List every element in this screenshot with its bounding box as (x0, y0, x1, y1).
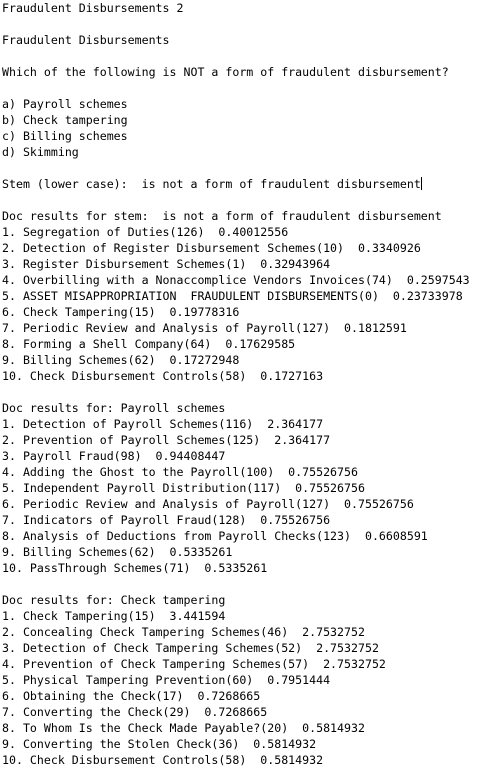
result-item: 3. Register Disbursement Schemes(1) 0.32… (2, 257, 331, 271)
option-d: d) Skimming (2, 145, 79, 159)
result-item: 10. Check Disbursement Controls(58) 0.17… (2, 369, 324, 383)
result-item: 9. Billing Schemes(62) 0.17272948 (2, 353, 240, 367)
result-item: 6. Obtaining the Check(17) 0.7268665 (2, 689, 261, 703)
result-item: 2. Concealing Check Tampering Schemes(46… (2, 625, 365, 639)
result-item: 10. PassThrough Schemes(71) 0.5335261 (2, 561, 268, 575)
results-header-stem: Doc results for stem: is not a form of f… (2, 209, 442, 223)
results-header-payroll: Doc results for: Payroll schemes (2, 401, 226, 415)
result-item: 6. Check Tampering(15) 0.19778316 (2, 305, 240, 319)
section-title: Fraudulent Disbursements (2, 33, 170, 47)
result-item: 8. To Whom Is the Check Made Payable?(20… (2, 721, 365, 735)
result-item: 2. Detection of Register Disbursement Sc… (2, 241, 421, 255)
result-item: 1. Detection of Payroll Schemes(116) 2.3… (2, 417, 324, 431)
stem-label: Stem (lower case): (2, 177, 128, 191)
option-a: a) Payroll schemes (2, 97, 128, 111)
result-item: 6. Periodic Review and Analysis of Payro… (2, 497, 414, 511)
result-item: 3. Payroll Fraud(98) 0.94408447 (2, 449, 226, 463)
result-item: 4. Adding the Ghost to the Payroll(100) … (2, 465, 358, 479)
text-cursor (420, 177, 422, 190)
console-output: Fraudulent Disbursements 2 Fraudulent Di… (2, 0, 480, 768)
result-item: 2. Prevention of Payroll Schemes(125) 2.… (2, 433, 331, 447)
result-item: 5. Physical Tampering Prevention(60) 0.7… (2, 673, 331, 687)
result-item: 3. Detection of Check Tampering Schemes(… (2, 641, 379, 655)
result-item: 7. Periodic Review and Analysis of Payro… (2, 321, 407, 335)
stem-value[interactable]: is not a form of fraudulent disbursement (142, 177, 421, 191)
question-text: Which of the following is NOT a form of … (2, 65, 449, 79)
result-item: 7. Indicators of Payroll Fraud(128) 0.75… (2, 513, 331, 527)
result-item: 1. Check Tampering(15) 3.441594 (2, 609, 226, 623)
result-item: 9. Converting the Stolen Check(36) 0.581… (2, 737, 317, 751)
result-item: 9. Billing Schemes(62) 0.5335261 (2, 545, 233, 559)
results-header-check: Doc results for: Check tampering (2, 593, 226, 607)
result-item: 8. Forming a Shell Company(64) 0.1762958… (2, 337, 296, 351)
result-item: 1. Segregation of Duties(126) 0.40012556 (2, 225, 289, 239)
result-item: 4. Overbilling with a Nonaccomplice Vend… (2, 273, 470, 287)
result-item: 5. ASSET MISAPPROPRIATION FRAUDULENT DIS… (2, 289, 463, 303)
option-b: b) Check tampering (2, 113, 128, 127)
result-item: 5. Independent Payroll Distribution(117)… (2, 481, 365, 495)
result-item: 7. Converting the Check(29) 0.7268665 (2, 705, 268, 719)
option-c: c) Billing schemes (2, 129, 128, 143)
result-item: 10. Check Disbursement Controls(58) 0.58… (2, 753, 324, 767)
stem-line[interactable]: Stem (lower case): is not a form of frau… (2, 176, 480, 192)
result-item: 8. Analysis of Deductions from Payroll C… (2, 529, 428, 543)
result-item: 4. Prevention of Check Tampering Schemes… (2, 657, 386, 671)
window-title: Fraudulent Disbursements 2 (2, 1, 184, 15)
